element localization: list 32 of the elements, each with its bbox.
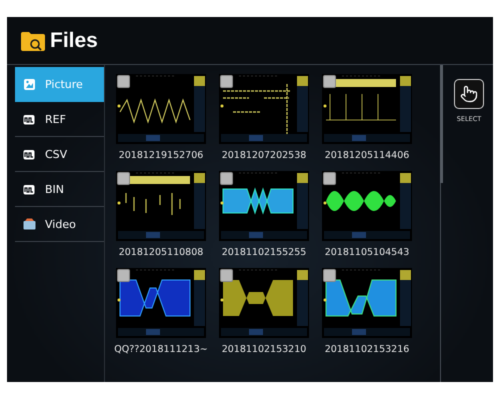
checkbox[interactable] [323,172,336,185]
checkbox[interactable] [117,172,130,185]
file-name: 20181205114406 [324,150,410,161]
checkbox[interactable] [323,75,336,88]
file-name: 20181219152706 [118,150,204,161]
sidebar-item[interactable]: REF [15,102,104,137]
checkbox[interactable] [220,75,233,88]
file-name: QQ??2018111213~ [114,344,208,355]
wave-file-icon [23,113,36,125]
wave-file-icon [23,183,36,195]
file-name: 20181102155255 [222,247,306,258]
hand-pointer-icon [460,85,478,103]
file-name: 20181102153210 [222,344,306,355]
sidebar-item[interactable]: Video [15,207,104,242]
sidebar-item[interactable]: CSV [15,137,104,172]
wave-file-icon [23,148,36,160]
video-folder-icon [23,218,36,230]
page-title: Files [50,28,98,52]
folder-search-icon [20,30,46,52]
checkbox[interactable] [220,269,233,282]
checkbox[interactable] [220,172,233,185]
sidebar-item[interactable]: BIN [15,172,104,207]
scrollbar-thumb[interactable] [440,65,443,183]
file-name: 20181102153216 [324,344,410,355]
file-name: 20181207202538 [222,150,306,161]
select-button[interactable] [454,79,484,109]
checkbox[interactable] [117,75,130,88]
checkbox[interactable] [117,269,130,282]
checkbox[interactable] [323,269,336,282]
file-name: 20181205110808 [118,247,204,258]
image-icon [23,78,36,90]
file-name: 20181105104543 [324,247,410,258]
